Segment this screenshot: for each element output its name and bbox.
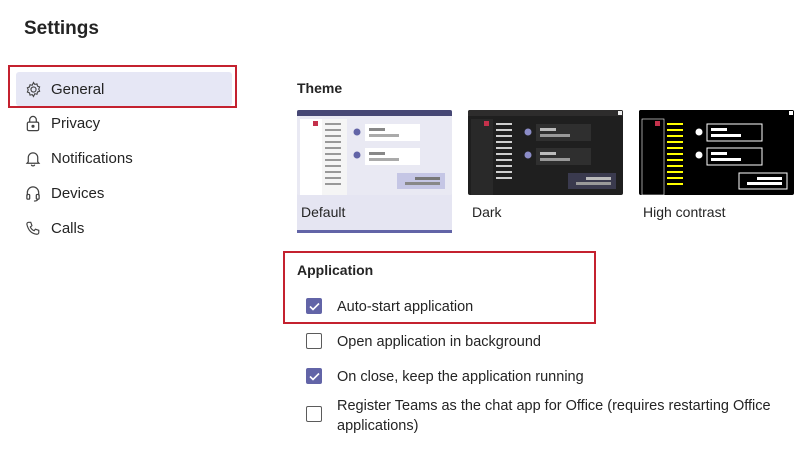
theme-heading: Theme xyxy=(297,80,343,96)
option-label: On close, keep the application running xyxy=(337,369,584,385)
sidebar-item-label: Privacy xyxy=(51,115,101,132)
open-in-background-checkbox[interactable] xyxy=(306,333,322,349)
sidebar-item-privacy[interactable]: Privacy xyxy=(12,106,238,141)
sidebar-item-label: Devices xyxy=(51,185,105,202)
option-label: Open application in background xyxy=(337,334,541,350)
sidebar-item-label: Notifications xyxy=(51,150,133,167)
bell-icon xyxy=(24,150,42,168)
sidebar-item-general[interactable]: General xyxy=(16,72,232,106)
theme-label: Dark xyxy=(472,204,502,220)
theme-preview-default xyxy=(297,110,452,195)
option-label: Auto-start application xyxy=(337,299,474,315)
application-heading: Application xyxy=(297,262,374,278)
phone-icon xyxy=(24,220,42,238)
lock-icon xyxy=(24,115,42,133)
sidebar-item-label: Calls xyxy=(51,220,85,237)
keep-running-checkbox[interactable] xyxy=(306,368,322,384)
sidebar-item-devices[interactable]: Devices xyxy=(12,176,238,211)
sidebar-item-label: General xyxy=(51,80,105,98)
option-open-in-background: Open application in background xyxy=(306,332,541,352)
option-label: Register Teams as the chat app for Offic… xyxy=(337,398,771,434)
sidebar-item-notifications[interactable]: Notifications xyxy=(12,141,238,176)
headset-icon xyxy=(24,185,42,203)
theme-label: Default xyxy=(301,204,346,220)
option-keep-running-on-close: On close, keep the application running xyxy=(306,367,584,387)
theme-option-default[interactable]: Default xyxy=(297,110,452,233)
option-register-chat-app: Register Teams as the chat app for Offic… xyxy=(306,396,794,436)
theme-picker: Default Dark High contrast xyxy=(297,110,794,233)
page-title: Settings xyxy=(24,18,99,39)
theme-preview-high-contrast xyxy=(639,110,794,195)
auto-start-checkbox[interactable] xyxy=(306,298,322,314)
sidebar-item-calls[interactable]: Calls xyxy=(12,211,238,246)
theme-option-high-contrast[interactable]: High contrast xyxy=(639,110,794,233)
option-auto-start: Auto-start application xyxy=(306,297,473,317)
theme-option-dark[interactable]: Dark xyxy=(468,110,623,233)
theme-preview-dark xyxy=(468,110,623,195)
gear-icon xyxy=(24,80,42,98)
settings-sidebar: General Privacy Notifications Devices Ca… xyxy=(12,68,238,246)
theme-label: High contrast xyxy=(643,204,726,220)
register-chat-app-checkbox[interactable] xyxy=(306,406,322,422)
